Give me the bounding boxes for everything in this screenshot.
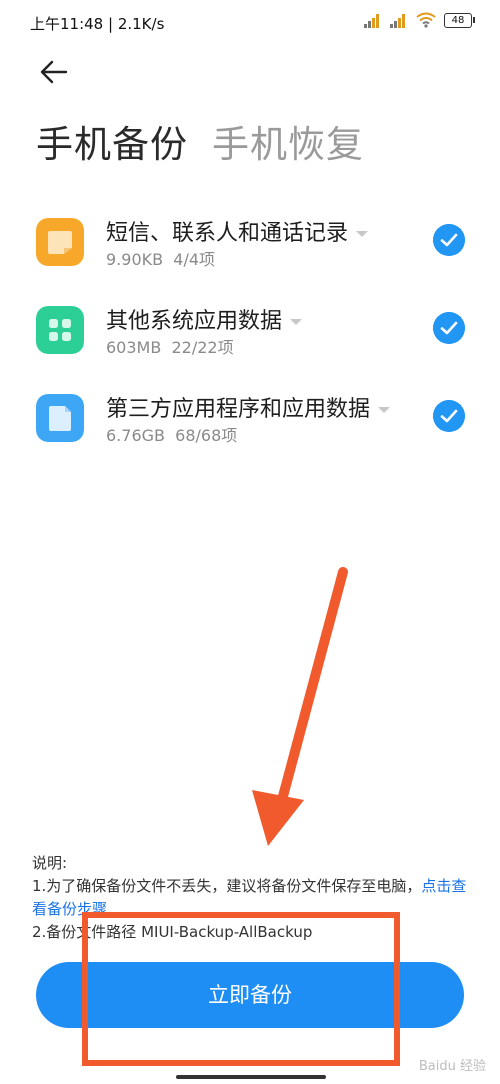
home-indicator[interactable] [176, 1075, 326, 1079]
item-count: 22/22项 [171, 338, 234, 357]
wifi-icon [416, 12, 436, 28]
notes-text: 1.为了确保备份文件不丢失，建议将备份文件保存至电脑， [32, 877, 422, 895]
list-item-third-party-apps[interactable]: 第三方应用程序和应用数据 6.76GB 68/68项 [0, 376, 500, 456]
message-icon [36, 218, 84, 266]
status-icons: 48 [364, 12, 475, 28]
chevron-down-icon[interactable] [378, 407, 391, 413]
checkbox-checked-icon[interactable] [433, 312, 465, 344]
checkbox-checked-icon[interactable] [433, 224, 465, 256]
file-icon [36, 394, 84, 442]
notes-section: 说明: 1.为了确保备份文件不丢失，建议将备份文件保存至电脑，点击查看备份步骤 … [32, 852, 472, 944]
back-arrow-icon[interactable] [36, 56, 72, 88]
item-title: 短信、联系人和通话记录 [106, 221, 349, 246]
notes-line-2: 2.备份文件路径 MIUI-Backup-AllBackup [32, 923, 313, 941]
signal-icon [364, 12, 382, 28]
tab-restore[interactable]: 手机恢复 [212, 114, 364, 168]
battery-icon: 48 [444, 12, 475, 28]
status-time: 上午11:48 | 2.1K/s [30, 15, 165, 33]
tab-bar: 手机备份 手机恢复 [36, 114, 364, 168]
notes-line-1: 1.为了确保备份文件不丢失，建议将备份文件保存至电脑，点击查看备份步骤 [32, 875, 472, 921]
item-size: 603MB [106, 338, 162, 357]
watermark: Baidu 经验 [418, 1059, 486, 1074]
item-title: 第三方应用程序和应用数据 [106, 397, 371, 422]
item-size: 9.90KB [106, 250, 164, 269]
item-size: 6.76GB [106, 426, 165, 445]
signal-icon [390, 12, 408, 28]
apps-grid-icon [36, 306, 84, 354]
chevron-down-icon[interactable] [356, 231, 369, 237]
checkbox-checked-icon[interactable] [433, 400, 465, 432]
tab-backup[interactable]: 手机备份 [36, 114, 188, 168]
chevron-down-icon[interactable] [290, 319, 303, 325]
status-bar: 上午11:48 | 2.1K/s 48 [0, 0, 500, 44]
notes-heading: 说明: [32, 854, 68, 872]
item-title: 其他系统应用数据 [106, 309, 283, 334]
list-item-messages[interactable]: 短信、联系人和通话记录 9.90KB 4/4项 [0, 200, 500, 280]
item-count: 4/4项 [173, 250, 216, 269]
list-item-system-apps[interactable]: 其他系统应用数据 603MB 22/22项 [0, 288, 500, 368]
item-count: 68/68项 [175, 426, 238, 445]
backup-now-button[interactable]: 立即备份 [36, 962, 464, 1028]
